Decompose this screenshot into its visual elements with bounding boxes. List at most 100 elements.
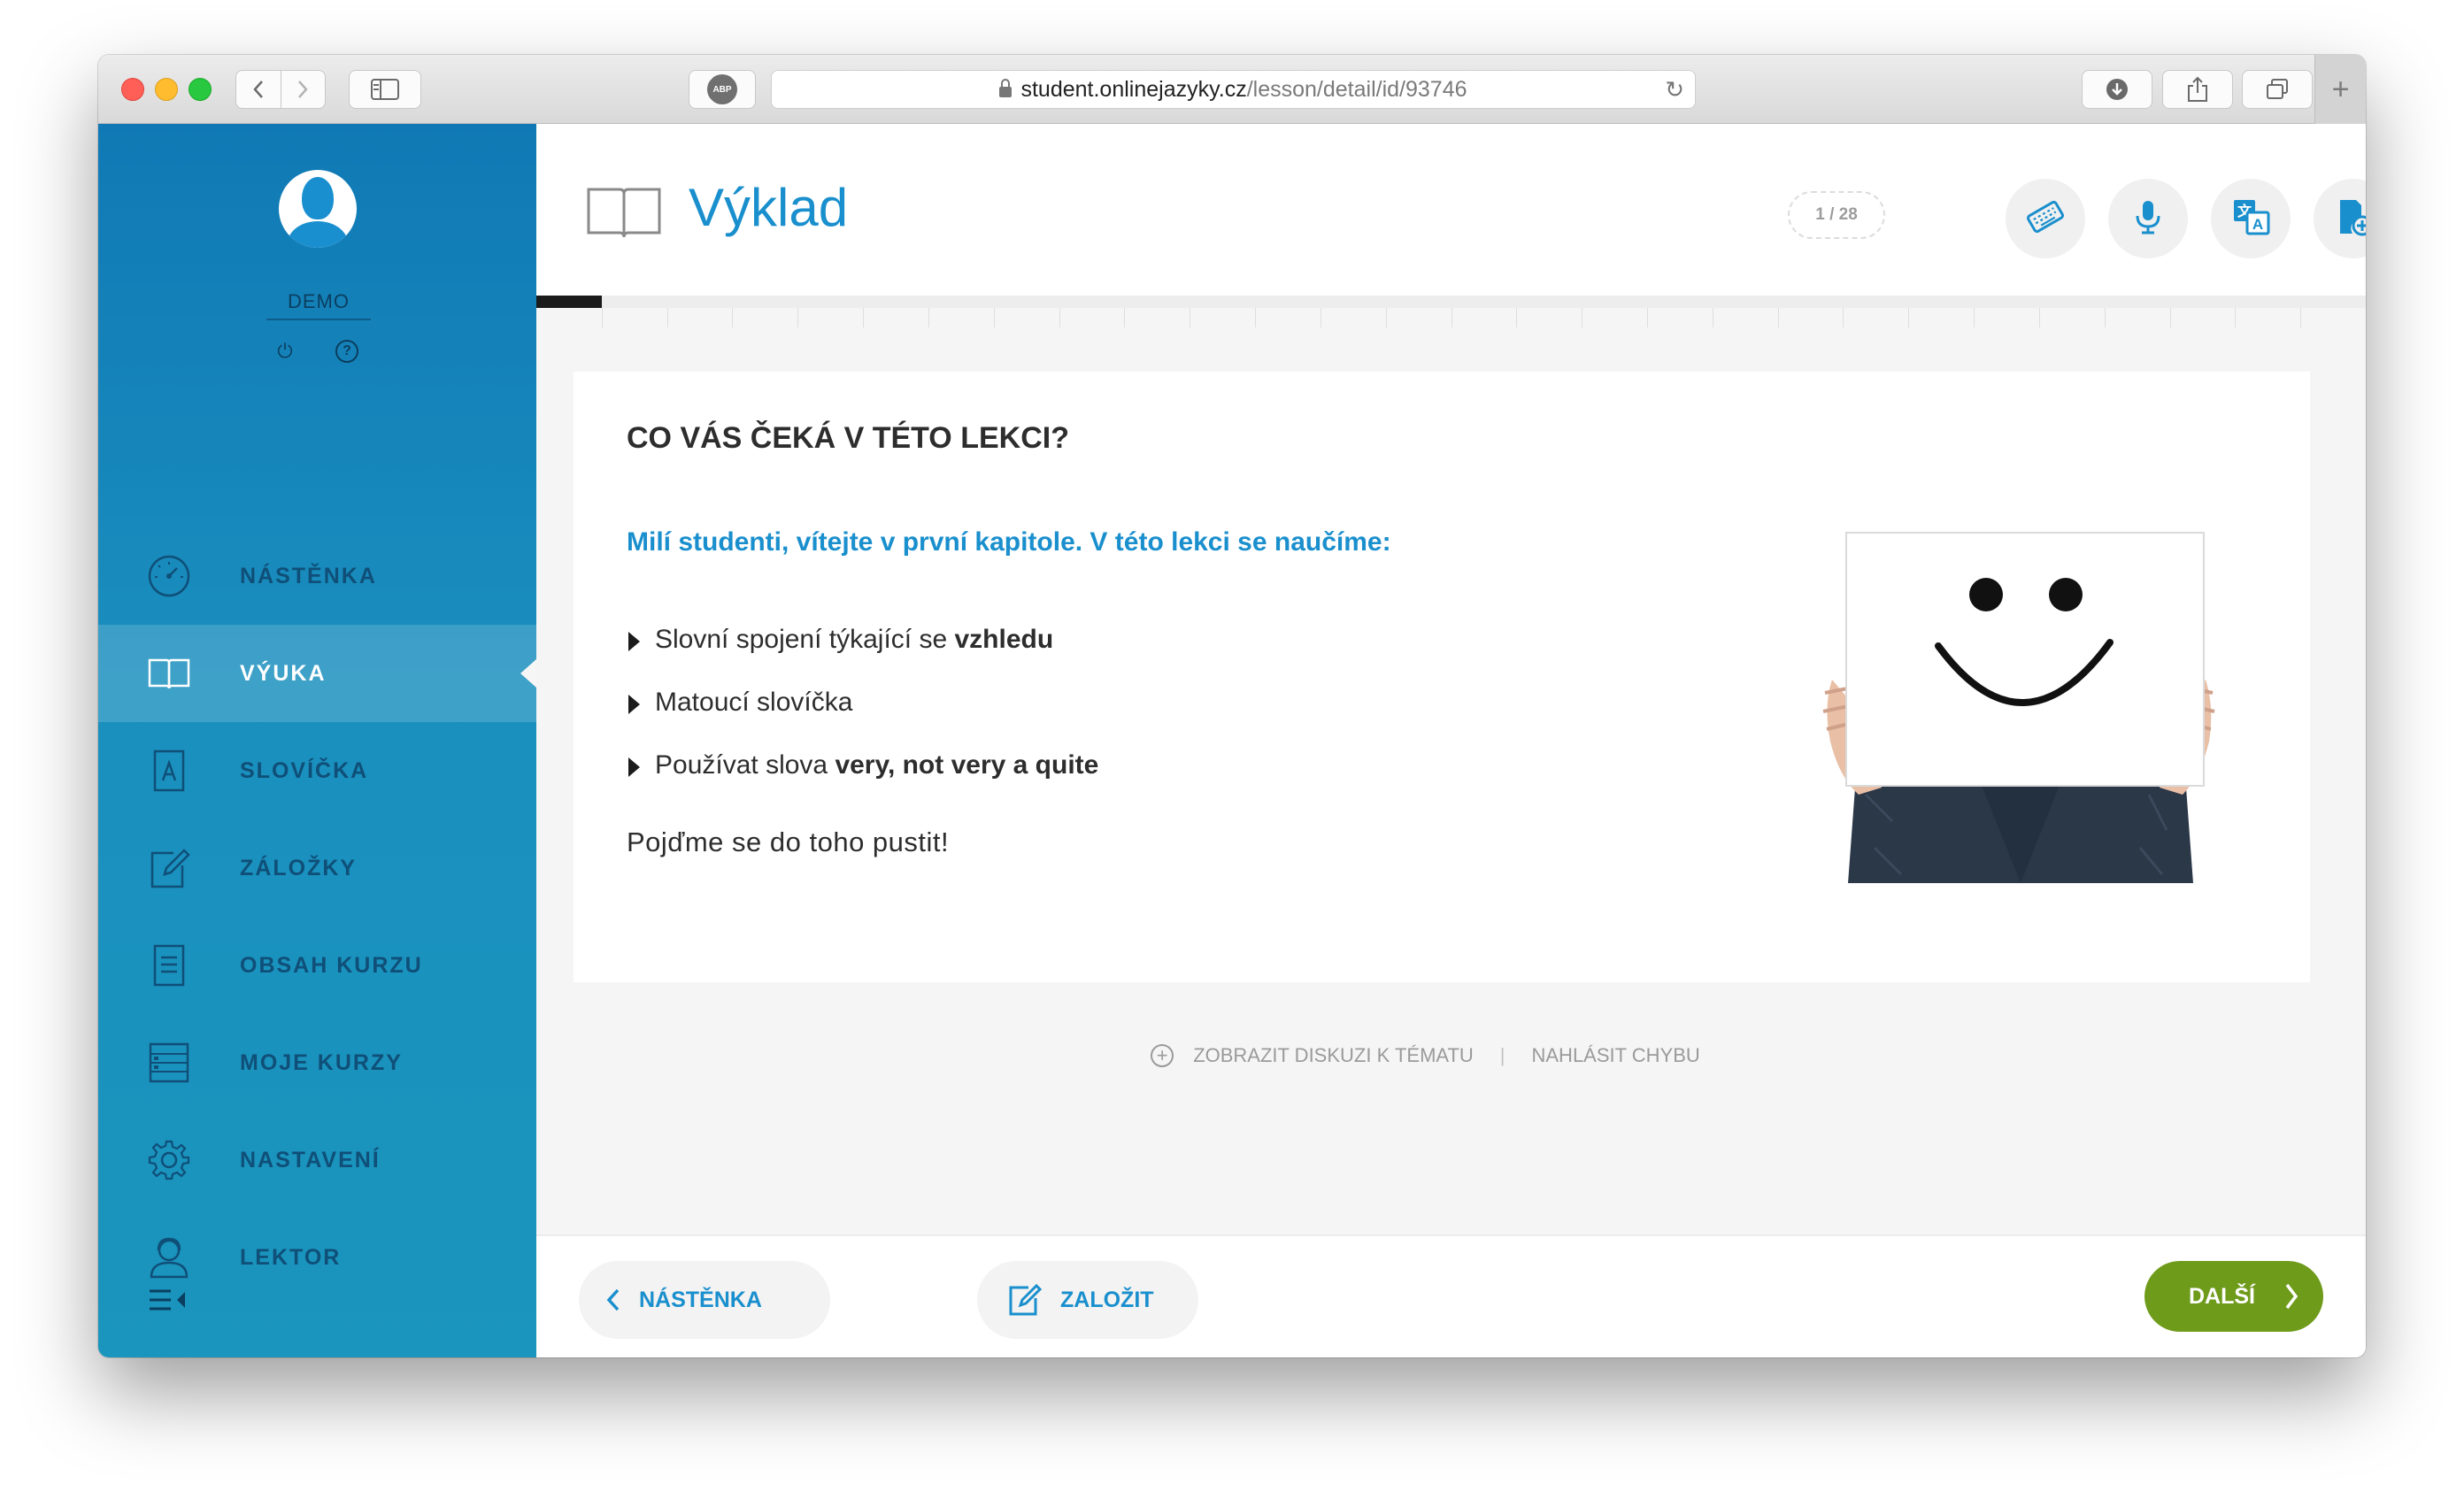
lesson-goals: Slovní spojení týkající se vzhledu Matou…	[627, 625, 1098, 813]
translate-icon: 文A	[2230, 196, 2271, 242]
progress-tick	[928, 308, 929, 327]
document-icon	[147, 943, 191, 988]
back-to-dashboard-button[interactable]: NÁSTĚNKA	[579, 1261, 830, 1339]
add-bookmark-button[interactable]: ZALOŽIT	[977, 1261, 1198, 1339]
progress-tick	[732, 308, 734, 327]
report-error-link[interactable]: NAHLÁSIT CHYBU	[1532, 1044, 1700, 1067]
progress-tick	[601, 308, 603, 327]
add-document-button[interactable]	[2314, 179, 2366, 258]
forward-icon[interactable]	[281, 71, 325, 108]
bookmark-button-label: ZALOŽIT	[1060, 1287, 1154, 1312]
url-path: /lesson/detail/id/93746	[1246, 76, 1467, 102]
sidebar-menu: NÁSTĚNKA VÝUKA SLOVÍČKA ZÁLOŽKY OBSAH KU…	[98, 527, 536, 1306]
lock-icon	[999, 79, 1013, 97]
show-discussion-link[interactable]: ZOBRAZIT DISKUZI K TÉMATU	[1193, 1044, 1474, 1067]
close-window-button[interactable]	[121, 78, 144, 101]
svg-text:A: A	[2252, 216, 2263, 233]
browser-toolbar: ABP student.onlinejazyky.cz/lesson/detai…	[98, 55, 2366, 124]
sidebar-item-zalozky[interactable]: ZÁLOŽKY	[98, 819, 536, 917]
adblock-button[interactable]: ABP	[689, 70, 756, 109]
lesson-header: Výklad 1 / 28 文A	[536, 124, 2366, 296]
lesson-card: CO VÁS ČEKÁ V TÉTO LEKCI? Milí studenti,…	[574, 372, 2310, 982]
sidebar-item-label: MOJE KURZY	[240, 1049, 403, 1075]
bookmark-edit-icon	[1009, 1283, 1043, 1316]
progress-tick	[666, 308, 668, 327]
link-separator: |	[1499, 1044, 1505, 1066]
sidebar-item-label: NÁSTĚNKA	[240, 563, 377, 588]
progress-tick	[1124, 308, 1126, 327]
sidebar: DEMO ⏻ ? NÁSTĚNKA VÝUKA SLOVÍČKA ZÁLOŽKY…	[98, 124, 536, 1357]
progress-tick	[1385, 308, 1387, 327]
progress-ticks	[536, 308, 2366, 327]
list-item: Používat slova very, not very a quite	[627, 750, 1098, 813]
progress-tick	[1908, 308, 1910, 327]
progress-tick	[2038, 308, 2040, 327]
chevron-left-icon	[606, 1288, 620, 1311]
avatar[interactable]	[279, 170, 357, 248]
bookmark-edit-icon	[147, 846, 191, 890]
smiley-sign-illustration	[1813, 529, 2229, 901]
lesson-footer: NÁSTĚNKA ZALOŽIT DALŠÍ	[536, 1234, 2366, 1357]
address-bar[interactable]: student.onlinejazyky.cz/lesson/detail/id…	[771, 70, 1696, 109]
history-nav	[235, 70, 326, 109]
downloads-icon[interactable]	[2082, 70, 2152, 109]
sidebar-item-label: SLOVÍČKA	[240, 757, 369, 783]
share-icon[interactable]	[2162, 70, 2233, 109]
progress-tick	[1516, 308, 1518, 327]
zoom-window-button[interactable]	[189, 78, 212, 101]
dashboard-icon	[147, 554, 191, 598]
sidebar-toggle-icon[interactable]	[349, 70, 421, 109]
vocabulary-icon	[147, 749, 191, 793]
chevron-right-icon	[2285, 1283, 2298, 1310]
sidebar-item-moje-kurzy[interactable]: MOJE KURZY	[98, 1014, 536, 1111]
discussion-links: + ZOBRAZIT DISKUZI K TÉMATU | NAHLÁSIT C…	[536, 1044, 2366, 1067]
translate-button[interactable]: 文A	[2211, 179, 2291, 258]
next-button-label: DALŠÍ	[2189, 1283, 2255, 1309]
sidebar-item-label: VÝUKA	[240, 660, 327, 686]
progress-tick	[2169, 308, 2171, 327]
help-icon[interactable]: ?	[335, 340, 358, 363]
new-tab-button[interactable]: +	[2314, 55, 2366, 124]
sidebar-item-nastenka[interactable]: NÁSTĚNKA	[98, 527, 536, 625]
keyboard-icon	[2025, 196, 2066, 242]
lesson-progress-bar	[536, 296, 2366, 308]
progress-tick	[993, 308, 995, 327]
adblock-icon: ABP	[707, 74, 737, 104]
collapse-menu-icon[interactable]	[148, 1287, 190, 1313]
sidebar-item-label: LEKTOR	[240, 1244, 342, 1270]
progress-tick	[1059, 308, 1060, 327]
sidebar-item-obsah-kurzu[interactable]: OBSAH KURZU	[98, 917, 536, 1014]
tabs-overview-icon[interactable]	[2242, 70, 2313, 109]
tutor-icon	[147, 1235, 191, 1280]
progress-tick	[863, 308, 865, 327]
microphone-button[interactable]	[2108, 179, 2188, 258]
sidebar-item-vyuka[interactable]: VÝUKA	[98, 625, 536, 722]
progress-tick	[1974, 308, 1975, 327]
browser-window: ABP student.onlinejazyky.cz/lesson/detai…	[98, 55, 2366, 1357]
back-icon[interactable]	[236, 71, 281, 108]
progress-tick	[1843, 308, 1844, 327]
sidebar-item-slovicka[interactable]: SLOVÍČKA	[98, 722, 536, 819]
list-item: Slovní spojení týkající se vzhledu	[627, 625, 1098, 688]
main-content: Výklad 1 / 28 文A CO VÁS ČEKÁ V TÉTO LEKC…	[536, 124, 2366, 1357]
page-counter: 1 / 28	[1788, 191, 1885, 239]
reload-icon[interactable]: ↻	[1665, 76, 1684, 104]
lesson-intro: Milí studenti, vítejte v první kapitole.…	[627, 527, 1391, 557]
progress-tick	[1255, 308, 1257, 327]
sidebar-item-nastaveni[interactable]: NASTAVENÍ	[98, 1111, 536, 1209]
next-button[interactable]: DALŠÍ	[2144, 1261, 2323, 1332]
keyboard-button[interactable]	[2006, 179, 2085, 258]
progress-tick	[2300, 308, 2302, 327]
progress-tick	[2235, 308, 2237, 327]
username[interactable]: DEMO	[266, 290, 371, 320]
power-icon[interactable]: ⏻	[273, 340, 296, 363]
book-icon	[586, 184, 662, 241]
progress-tick	[1777, 308, 1779, 327]
lesson-progress-fill	[536, 296, 602, 308]
sidebar-item-label: OBSAH KURZU	[240, 952, 423, 978]
sidebar-item-label: NASTAVENÍ	[240, 1147, 381, 1172]
progress-tick	[1646, 308, 1648, 327]
minimize-window-button[interactable]	[155, 78, 178, 101]
sidebar-item-label: ZÁLOŽKY	[240, 855, 358, 880]
lesson-outro: Pojďme se do toho pustit!	[627, 826, 950, 857]
